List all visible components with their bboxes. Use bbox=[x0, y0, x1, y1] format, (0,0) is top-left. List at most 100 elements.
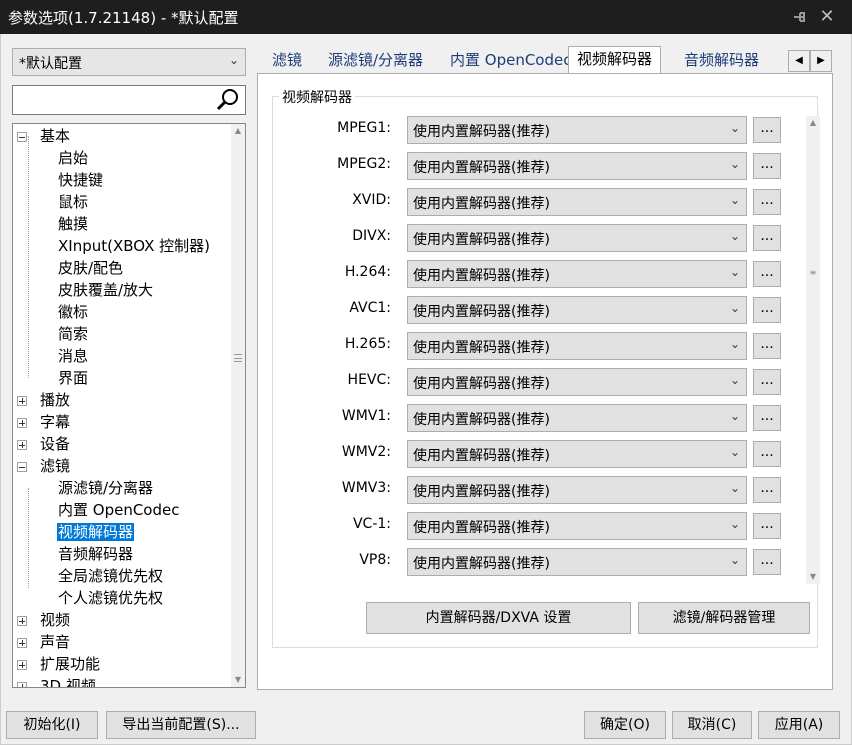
chevron-down-icon: ⌄ bbox=[729, 229, 740, 243]
search-icon[interactable] bbox=[215, 87, 241, 113]
tree-item[interactable]: 皮肤/配色 bbox=[57, 257, 124, 279]
expand-icon[interactable] bbox=[17, 616, 27, 626]
preset-select[interactable]: *默认配置 ⌄ bbox=[12, 48, 246, 76]
decoder-select[interactable]: 使用内置解码器(推荐) ⌄ bbox=[407, 188, 747, 216]
decoder-label: XVID: bbox=[352, 192, 391, 208]
tab[interactable]: 音频解码器 bbox=[684, 48, 759, 74]
decoder-select[interactable]: 使用内置解码器(推荐) ⌄ bbox=[407, 152, 747, 180]
decoder-more-button[interactable]: ... bbox=[753, 369, 781, 395]
tree-item[interactable]: 3D 视频 bbox=[17, 675, 97, 687]
export-config-button[interactable]: 导出当前配置(S)... bbox=[106, 711, 256, 739]
decoder-select[interactable]: 使用内置解码器(推荐) ⌄ bbox=[407, 548, 747, 576]
filter-manager-button[interactable]: 滤镜/解码器管理 bbox=[638, 602, 810, 634]
cancel-button[interactable]: 取消(C) bbox=[672, 711, 752, 739]
expand-icon[interactable] bbox=[17, 396, 27, 406]
tab-scroll-left-button[interactable]: ◀ bbox=[788, 50, 810, 72]
tab-panel: 视频解码器 MPEG1: 使用内置解码器(推荐) ⌄... MPEG2: 使用内置解码器… bbox=[257, 73, 833, 690]
decoder-select[interactable]: 使用内置解码器(推荐) ⌄ bbox=[407, 404, 747, 432]
tree-item[interactable]: 鼠标 bbox=[57, 191, 89, 213]
tree-item[interactable]: 界面 bbox=[57, 367, 89, 389]
tree-item[interactable]: 设备 bbox=[17, 433, 71, 455]
tree-item[interactable]: 全局滤镜优先权 bbox=[57, 565, 164, 587]
decoder-more-button[interactable]: ... bbox=[753, 477, 781, 503]
decoder-more-button[interactable]: ... bbox=[753, 225, 781, 251]
expand-icon[interactable] bbox=[17, 440, 27, 450]
tree-item[interactable]: 皮肤覆盖/放大 bbox=[57, 279, 154, 301]
tree-item[interactable]: XInput(XBOX 控制器) bbox=[57, 235, 211, 257]
close-icon[interactable]: ✕ bbox=[814, 4, 840, 30]
decoder-more-button[interactable]: ... bbox=[753, 117, 781, 143]
decoder-select[interactable]: 使用内置解码器(推荐) ⌄ bbox=[407, 116, 747, 144]
search-field[interactable] bbox=[12, 85, 246, 115]
category-tree[interactable]: ▲ ▼ 基本 启始 快捷键鼠标触摸 XInput(XBOX 控制器) 皮肤/配色 皮肤覆盖… bbox=[12, 123, 246, 688]
decoder-select[interactable]: 使用内置解码器(推荐) ⌄ bbox=[407, 440, 747, 468]
decoder-more-button[interactable]: ... bbox=[753, 513, 781, 539]
collapse-icon[interactable] bbox=[17, 132, 27, 142]
tree-item[interactable]: 内置 OpenCodec bbox=[57, 499, 180, 521]
tree-item-label: 鼠标 bbox=[58, 193, 89, 211]
ok-button[interactable]: 确定(O) bbox=[584, 711, 666, 739]
tree-item[interactable]: 视频解码器 bbox=[57, 521, 135, 543]
scroll-down-icon[interactable]: ▼ bbox=[806, 570, 820, 584]
decoder-more-button[interactable]: ... bbox=[753, 297, 781, 323]
expand-icon[interactable] bbox=[17, 682, 27, 687]
decoder-select[interactable]: 使用内置解码器(推荐) ⌄ bbox=[407, 260, 747, 288]
tree-item-label: 设备 bbox=[40, 435, 71, 453]
decoder-more-button[interactable]: ... bbox=[753, 549, 781, 575]
decoder-more-button[interactable]: ... bbox=[753, 153, 781, 179]
tree-item[interactable]: 触摸 bbox=[57, 213, 89, 235]
decoder-select[interactable]: 使用内置解码器(推荐) ⌄ bbox=[407, 296, 747, 324]
tree-item[interactable]: 消息 bbox=[57, 345, 89, 367]
tree-item[interactable]: 播放 bbox=[17, 389, 71, 411]
expand-icon[interactable] bbox=[17, 660, 27, 670]
tree-item-label: 徽标 bbox=[58, 303, 89, 321]
tab[interactable]: 源滤镜/分离器 bbox=[328, 48, 423, 74]
tab[interactable]: 内置 OpenCodec bbox=[450, 48, 571, 74]
decoder-label: WMV3: bbox=[341, 480, 391, 496]
chevron-down-icon: ⌄ bbox=[729, 517, 740, 531]
tree-item[interactable]: 基本 bbox=[17, 125, 71, 147]
chevron-down-icon: ⌄ bbox=[729, 373, 740, 387]
decoder-more-button[interactable]: ... bbox=[753, 441, 781, 467]
decoder-more-button[interactable]: ... bbox=[753, 405, 781, 431]
decoder-more-button[interactable]: ... bbox=[753, 189, 781, 215]
decoder-select[interactable]: 使用内置解码器(推荐) ⌄ bbox=[407, 224, 747, 252]
pin-icon[interactable] bbox=[786, 4, 812, 30]
tree-item[interactable]: 扩展功能 bbox=[17, 653, 101, 675]
tree-scrollbar[interactable]: ▲ ▼ bbox=[231, 124, 245, 687]
dxva-settings-button[interactable]: 内置解码器/DXVA 设置 bbox=[366, 602, 631, 634]
expand-icon[interactable] bbox=[17, 638, 27, 648]
tree-item[interactable]: 源滤镜/分离器 bbox=[57, 477, 154, 499]
expand-icon[interactable] bbox=[17, 418, 27, 428]
tree-item[interactable]: 视频 bbox=[17, 609, 71, 631]
tab-scroll-right-button[interactable]: ▶ bbox=[810, 50, 832, 72]
scroll-up-icon[interactable]: ▲ bbox=[231, 124, 245, 138]
decoder-select[interactable]: 使用内置解码器(推荐) ⌄ bbox=[407, 512, 747, 540]
tree-item[interactable]: 音频解码器 bbox=[57, 543, 134, 565]
collapse-icon[interactable] bbox=[17, 462, 27, 472]
scroll-up-icon[interactable]: ▲ bbox=[806, 116, 820, 130]
tree-item[interactable]: 简索 bbox=[57, 323, 89, 345]
decoder-select[interactable]: 使用内置解码器(推荐) ⌄ bbox=[407, 332, 747, 360]
tree-item[interactable]: 字幕 bbox=[17, 411, 71, 433]
tree-item[interactable]: 声音 bbox=[17, 631, 71, 653]
decoder-more-button[interactable]: ... bbox=[753, 261, 781, 287]
tree-item[interactable]: 个人滤镜优先权 bbox=[57, 587, 164, 609]
decoder-list-scrollbar[interactable]: ▲ ≡ ▼ bbox=[806, 116, 820, 584]
tab[interactable]: 滤镜 bbox=[272, 48, 302, 74]
tree-item-label: 视频 bbox=[40, 611, 71, 629]
tree-item[interactable]: 徽标 bbox=[57, 301, 89, 323]
tab[interactable]: 视频解码器 bbox=[568, 46, 662, 74]
apply-button[interactable]: 应用(A) bbox=[758, 711, 840, 739]
tree-item[interactable]: 启始 bbox=[57, 147, 89, 169]
decoder-select[interactable]: 使用内置解码器(推荐) ⌄ bbox=[407, 368, 747, 396]
decoder-label: H.264: bbox=[344, 264, 391, 280]
tree-item[interactable]: 快捷键 bbox=[57, 169, 104, 191]
decoder-more-button[interactable]: ... bbox=[753, 333, 781, 359]
scroll-down-icon[interactable]: ▼ bbox=[231, 673, 245, 687]
decoder-select[interactable]: 使用内置解码器(推荐) ⌄ bbox=[407, 476, 747, 504]
search-input[interactable] bbox=[17, 87, 213, 113]
tree-item[interactable]: 滤镜 bbox=[17, 455, 71, 477]
group-title: 视频解码器 bbox=[279, 87, 355, 107]
init-button[interactable]: 初始化(I) bbox=[6, 711, 98, 739]
